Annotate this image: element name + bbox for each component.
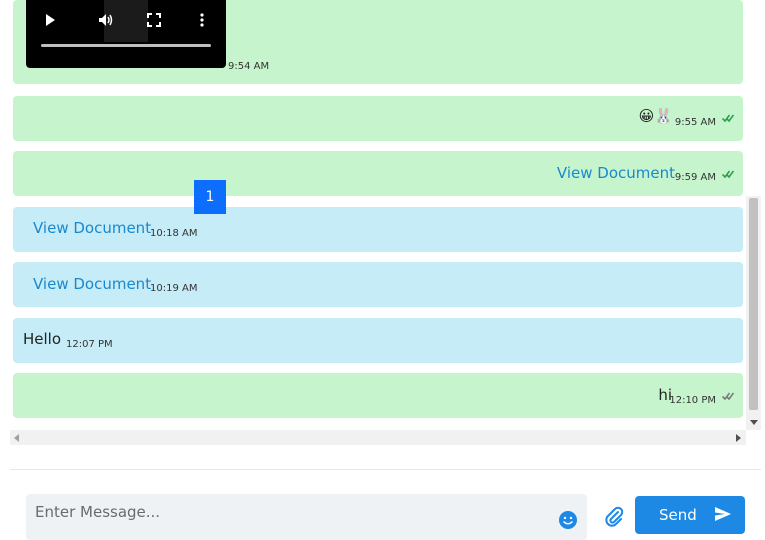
video-message: 9:54 AM — [13, 0, 743, 84]
more-vert-icon[interactable] — [193, 11, 211, 29]
sent-message: View Document 9:59 AM — [13, 151, 743, 196]
double-check-icon — [722, 170, 734, 179]
fullscreen-icon[interactable] — [145, 11, 163, 29]
sent-message: 😀🐰 9:55 AM — [13, 96, 743, 141]
emoji-icon[interactable] — [558, 510, 578, 530]
play-icon[interactable] — [41, 11, 59, 29]
message-time: 9:55 AM — [674, 117, 716, 128]
view-document-link[interactable]: View Document — [33, 219, 151, 237]
message-emoji: 😀🐰 — [638, 107, 673, 125]
scrollbar-thumb[interactable] — [749, 198, 758, 410]
composer-divider — [10, 469, 761, 470]
video-progress-bar[interactable] — [41, 44, 211, 47]
view-document-link[interactable]: View Document — [33, 275, 151, 293]
received-message: Hello 12:07 PM — [13, 318, 743, 363]
count-badge[interactable]: 1 — [194, 180, 226, 214]
horizontal-scrollbar[interactable] — [10, 430, 746, 445]
double-check-icon — [722, 114, 734, 123]
video-player[interactable] — [26, 0, 226, 68]
message-time: 9:59 AM — [674, 172, 716, 183]
message-input[interactable] — [33, 500, 547, 524]
message-text: Hello — [23, 330, 62, 348]
view-document-link[interactable]: View Document — [557, 164, 675, 182]
message-time: 12:07 PM — [66, 339, 113, 350]
paperclip-icon[interactable] — [603, 506, 625, 528]
double-check-icon — [722, 392, 734, 401]
sent-message: hi 12:10 PM — [13, 373, 743, 418]
scroll-down-icon[interactable] — [750, 420, 758, 425]
scroll-right-icon[interactable] — [736, 434, 741, 442]
vertical-scrollbar[interactable] — [746, 196, 761, 430]
send-arrow-icon — [715, 507, 731, 521]
scroll-left-icon[interactable] — [14, 434, 19, 442]
chat-messages-area[interactable]: 9:54 AM 😀🐰 9:55 AM View Document 9:59 AM… — [10, 0, 761, 430]
message-time: 9:54 AM — [228, 61, 270, 72]
send-button[interactable]: Send — [635, 496, 745, 534]
received-message: View Document 10:18 AM — [13, 207, 743, 252]
message-time: 10:18 AM — [150, 228, 198, 239]
volume-icon[interactable] — [97, 11, 115, 29]
message-input-container — [26, 494, 587, 540]
message-time: 12:10 PM — [669, 395, 716, 406]
received-message: View Document 10:19 AM — [13, 262, 743, 307]
message-time: 10:19 AM — [150, 283, 198, 294]
send-button-label: Send — [659, 506, 697, 524]
